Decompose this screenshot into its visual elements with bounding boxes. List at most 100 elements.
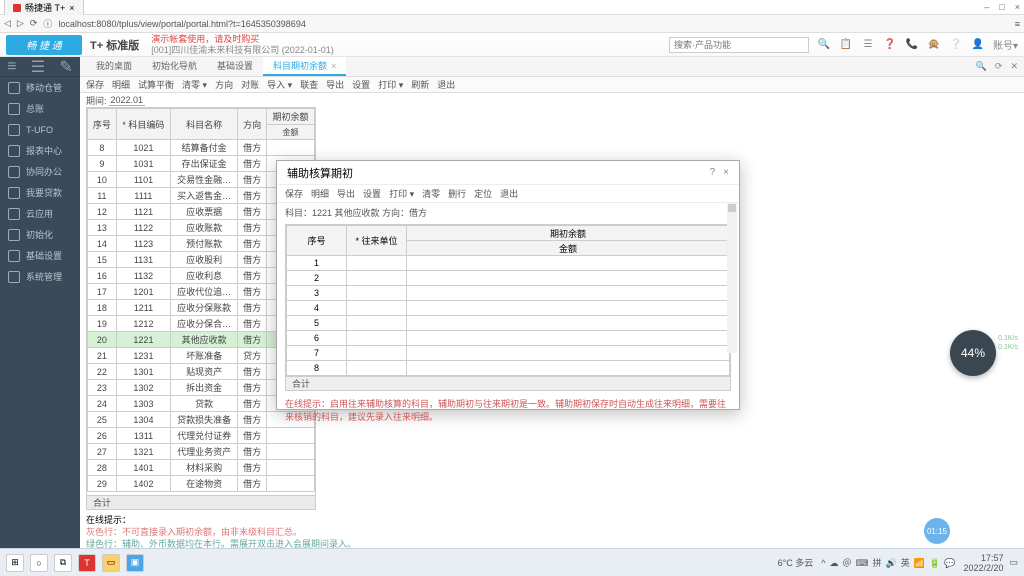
phone-icon[interactable]: 📞	[905, 38, 919, 52]
url-text[interactable]: localhost:8080/tplus/view/portal/portal.…	[58, 19, 1008, 29]
user-icon[interactable]: 👤	[971, 38, 985, 52]
modal-grid[interactable]: 序号* 往来单位期初余额金额12345678	[285, 224, 731, 377]
search-icon[interactable]: 🔍	[817, 38, 831, 52]
tb-btn-4[interactable]: 方向	[215, 78, 233, 91]
mtb-btn-5[interactable]: 清零	[422, 187, 440, 200]
cortana-icon[interactable]: ○	[30, 554, 48, 572]
sidebar-item-0[interactable]: 移动仓管	[0, 77, 80, 98]
browser-menu-icon[interactable]: ≡	[1015, 19, 1020, 29]
tray-icon-4[interactable]: 拼	[873, 558, 882, 568]
mtb-btn-4[interactable]: 打印 ▾	[389, 187, 414, 200]
tb-btn-6[interactable]: 导入 ▾	[267, 78, 292, 91]
tb-btn-0[interactable]: 保存	[86, 78, 104, 91]
mtb-btn-1[interactable]: 明细	[311, 187, 329, 200]
modal-help-icon[interactable]: ?	[710, 167, 716, 178]
tab-2[interactable]: 基础设置	[207, 57, 263, 76]
sidebar-item-7[interactable]: 初始化	[0, 224, 80, 245]
tab-close-all-icon[interactable]: ✕	[1010, 61, 1018, 72]
modal-scrollbar[interactable]	[727, 203, 737, 353]
app1-icon[interactable]: T	[78, 554, 96, 572]
tray-icon-5[interactable]: 🔊	[886, 558, 897, 568]
tab-refresh-icon[interactable]: ⟳	[995, 61, 1003, 72]
tb-btn-9[interactable]: 设置	[352, 78, 370, 91]
tray-icon-9[interactable]: 💬	[944, 558, 955, 568]
sidebar-item-2[interactable]: T-UFO	[0, 119, 80, 140]
tray-icon-2[interactable]: ＠	[843, 558, 852, 568]
app2-icon[interactable]: ▣	[126, 554, 144, 572]
sidebar-item-5[interactable]: 我要贷款	[0, 182, 80, 203]
clock-time[interactable]: 17:57	[963, 553, 1003, 563]
tray-icon-6[interactable]: 英	[901, 558, 910, 568]
modal-row[interactable]: 6	[287, 331, 730, 346]
help-icon[interactable]: ❓	[883, 38, 897, 52]
tb-btn-7[interactable]: 联查	[300, 78, 318, 91]
perf-badge[interactable]: 44%	[950, 330, 996, 376]
account-menu[interactable]: 账号▾	[993, 38, 1018, 52]
table-row[interactable]: 281401材料采购借方	[88, 460, 315, 476]
sidebar-item-9[interactable]: 系统管理	[0, 266, 80, 287]
question-icon[interactable]: ❔	[949, 38, 963, 52]
modal-row[interactable]: 4	[287, 301, 730, 316]
mtb-btn-7[interactable]: 定位	[474, 187, 492, 200]
taskview-icon[interactable]: ⧉	[54, 554, 72, 572]
site-info-icon[interactable]: ⓘ	[43, 17, 52, 30]
browser-tab[interactable]: 畅捷通 T+ ×	[4, 0, 84, 15]
nav-forward-icon[interactable]: ▷	[17, 18, 24, 29]
sidebar-item-3[interactable]: 报表中心	[0, 140, 80, 161]
tb-btn-5[interactable]: 对账	[241, 78, 259, 91]
modal-row[interactable]: 8	[287, 361, 730, 376]
modal-row[interactable]: 7	[287, 346, 730, 361]
modal-close-icon[interactable]: ×	[723, 167, 729, 178]
window-maximize[interactable]: □	[999, 2, 1004, 12]
tb-btn-3[interactable]: 清零 ▾	[182, 78, 207, 91]
tb-btn-12[interactable]: 退出	[437, 78, 455, 91]
tray-icon-8[interactable]: 🔋	[929, 558, 940, 568]
tb-btn-2[interactable]: 试算平衡	[138, 78, 174, 91]
monkey-icon[interactable]: 🙊	[927, 38, 941, 52]
collapse-icon[interactable]: ≡	[7, 58, 16, 76]
mtb-btn-8[interactable]: 退出	[500, 187, 518, 200]
table-row[interactable]: 291402在途物资借方	[88, 476, 315, 492]
tray-icon-1[interactable]: ☁	[830, 558, 839, 568]
list-icon[interactable]: ☰	[31, 57, 45, 77]
window-close[interactable]: ×	[1015, 2, 1020, 12]
tb-btn-11[interactable]: 刷新	[411, 78, 429, 91]
reload-icon[interactable]: ⟳	[30, 18, 38, 29]
search-input[interactable]	[669, 37, 809, 53]
tb-btn-10[interactable]: 打印 ▾	[378, 78, 403, 91]
table-row[interactable]: 261311代理兑付证券借方	[88, 428, 315, 444]
mtb-btn-2[interactable]: 导出	[337, 187, 355, 200]
period-value[interactable]: 2022.01	[109, 95, 146, 106]
nav-back-icon[interactable]: ◁	[4, 18, 11, 29]
menu-icon[interactable]: ☰	[861, 38, 875, 52]
weather[interactable]: 6°C 多云	[778, 556, 814, 569]
tab-1[interactable]: 初始化导航	[142, 57, 207, 76]
timer-badge[interactable]: 01:15	[924, 518, 950, 544]
table-row[interactable]: 81021结算备付金借方	[88, 140, 315, 156]
window-minimize[interactable]: –	[984, 2, 989, 12]
sidebar-item-4[interactable]: 协同办公	[0, 161, 80, 182]
tab-search-icon[interactable]: 🔍	[976, 61, 987, 72]
tab-close-icon[interactable]: ×	[69, 3, 74, 13]
explorer-icon[interactable]: ▭	[102, 554, 120, 572]
mtb-btn-6[interactable]: 删行	[448, 187, 466, 200]
tab-close-icon[interactable]: ×	[331, 61, 336, 71]
sidebar-item-6[interactable]: 云应用	[0, 203, 80, 224]
notifications-icon[interactable]: ▭	[1009, 557, 1018, 568]
sidebar-item-1[interactable]: 总账	[0, 98, 80, 119]
edit-icon[interactable]: ✎	[59, 57, 72, 77]
tray-icon-3[interactable]: ⌨	[856, 558, 869, 568]
tb-btn-8[interactable]: 导出	[326, 78, 344, 91]
mtb-btn-0[interactable]: 保存	[285, 187, 303, 200]
modal-row[interactable]: 2	[287, 271, 730, 286]
clock-date[interactable]: 2022/2/20	[963, 563, 1003, 573]
tb-btn-1[interactable]: 明细	[112, 78, 130, 91]
tab-0[interactable]: 我的桌面	[86, 57, 142, 76]
tab-3[interactable]: 科目期初余额×	[263, 57, 346, 76]
sidebar-item-8[interactable]: 基础设置	[0, 245, 80, 266]
mtb-btn-3[interactable]: 设置	[363, 187, 381, 200]
tray-icon-7[interactable]: 📶	[914, 558, 925, 568]
tray-icon-0[interactable]: ^	[821, 558, 825, 568]
start-icon[interactable]: ⊞	[6, 554, 24, 572]
table-row[interactable]: 271321代理业务资产借方	[88, 444, 315, 460]
